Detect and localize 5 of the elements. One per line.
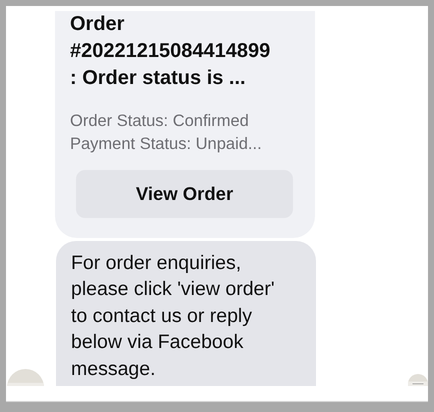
view-order-button[interactable]: View Order xyxy=(76,170,293,218)
order-detail: Payment Status: Unpaid... xyxy=(70,134,263,154)
order-detail: Order Status: Confirmed xyxy=(70,110,250,132)
order-title: Order #20221215084414899 : Order status is ... xyxy=(70,12,272,90)
message-bubble: For order enquiries, please click 'view order' to contact us or reply below via Facebook message. xyxy=(56,240,316,386)
